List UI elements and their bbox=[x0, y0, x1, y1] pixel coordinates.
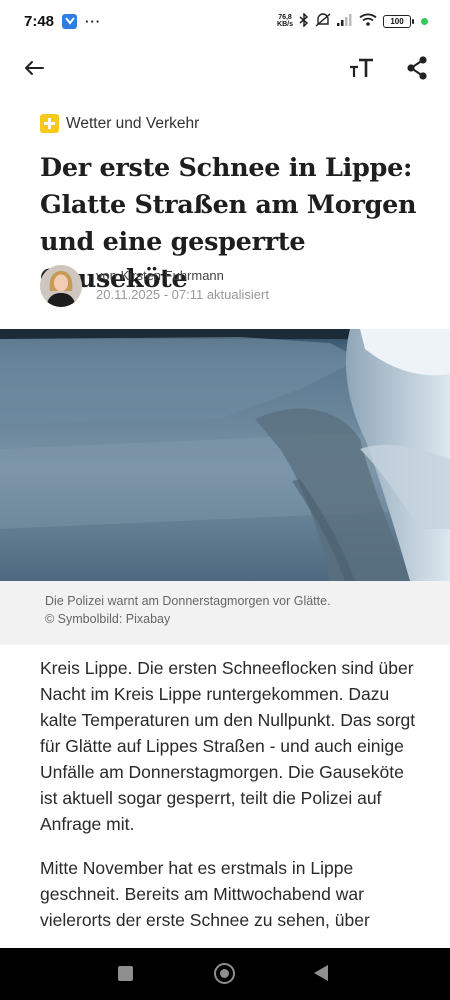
network-speed: 76,8 KB/s bbox=[277, 14, 293, 28]
article-body: Kreis Lippe. Die ersten Schneeflocken si… bbox=[40, 655, 420, 951]
text-size-button[interactable] bbox=[346, 54, 378, 82]
network-speed-value: 76,8 bbox=[278, 14, 292, 21]
system-navigation-bar bbox=[0, 948, 450, 1000]
back-nav-icon[interactable] bbox=[314, 965, 328, 981]
article-paragraph: Kreis Lippe. Die ersten Schneeflocken si… bbox=[40, 658, 416, 834]
author-avatar[interactable] bbox=[40, 265, 82, 307]
arrow-left-icon bbox=[25, 61, 44, 75]
status-bar: 7:48 ··· 76,8 KB/s 100 bbox=[0, 0, 450, 42]
wifi-icon bbox=[359, 13, 377, 29]
plus-badge-icon bbox=[40, 114, 59, 133]
privacy-indicator-dot bbox=[421, 17, 428, 25]
article-category[interactable]: Wetter und Verkehr bbox=[40, 114, 199, 133]
bluetooth-icon bbox=[299, 11, 309, 30]
app-notification-icon bbox=[62, 13, 78, 29]
share-icon bbox=[407, 56, 427, 80]
status-time: 7:48 bbox=[24, 12, 55, 30]
mute-icon bbox=[315, 12, 331, 30]
author-name[interactable]: von Kirsten Fuhrmann bbox=[96, 267, 269, 285]
network-speed-unit: KB/s bbox=[277, 21, 293, 28]
publish-date: 20.11.2025 - 07:11 aktualisiert bbox=[96, 287, 269, 302]
article-paragraph: Mitte November hat es erstmals in Lippe … bbox=[40, 858, 370, 930]
caption-credit: © Symbolbild: Pixabay bbox=[45, 612, 171, 626]
share-button[interactable] bbox=[402, 54, 432, 82]
category-label: Wetter und Verkehr bbox=[66, 114, 200, 132]
image-caption: Die Polizei warnt am Donnerstagmorgen vo… bbox=[0, 581, 450, 645]
signal-icon bbox=[337, 13, 353, 29]
battery-indicator: 100 bbox=[383, 14, 414, 28]
recents-button-icon[interactable] bbox=[118, 966, 133, 981]
app-header bbox=[0, 44, 450, 92]
home-button-icon[interactable] bbox=[214, 963, 235, 984]
caption-text: Die Polizei warnt am Donnerstagmorgen vo… bbox=[45, 594, 331, 608]
author-info: von Kirsten Fuhrmann 20.11.2025 - 07:11 … bbox=[40, 265, 269, 307]
back-button[interactable] bbox=[20, 54, 48, 82]
article-hero-image[interactable] bbox=[0, 329, 450, 581]
more-notifications-icon: ··· bbox=[85, 13, 102, 29]
text-size-icon bbox=[350, 58, 373, 77]
